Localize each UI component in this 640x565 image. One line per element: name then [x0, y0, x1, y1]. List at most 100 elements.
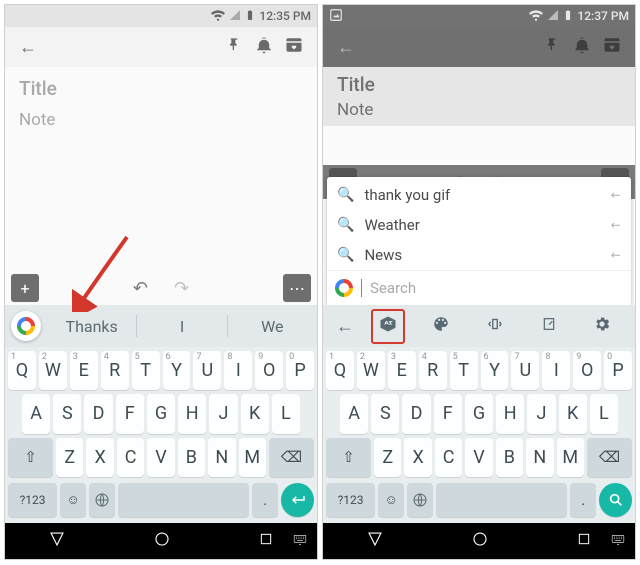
key-o[interactable]: O9: [255, 351, 283, 390]
shift-key[interactable]: ⇧: [326, 438, 371, 477]
emoji-key[interactable]: ☺: [378, 483, 404, 517]
key-r[interactable]: R4: [419, 351, 447, 390]
suggestion-word[interactable]: We: [228, 317, 317, 336]
key-w[interactable]: W2: [39, 351, 67, 390]
search-key[interactable]: [599, 483, 632, 517]
nav-recent-icon[interactable]: [576, 531, 592, 551]
suggestion-row[interactable]: 🔍 Weather ↙: [327, 210, 631, 240]
reminder-icon[interactable]: [249, 36, 279, 59]
key-p[interactable]: P0: [604, 351, 632, 390]
globe-key[interactable]: [89, 483, 115, 517]
clipboard-icon[interactable]: [524, 316, 574, 337]
search-input[interactable]: [370, 279, 623, 297]
key-b[interactable]: B: [496, 438, 523, 477]
enter-key[interactable]: [281, 483, 314, 517]
translate-icon[interactable]: [363, 309, 413, 344]
more-button[interactable]: ⋯: [283, 274, 311, 302]
key-v[interactable]: V: [465, 438, 492, 477]
key-o[interactable]: O9: [573, 351, 601, 390]
period-key[interactable]: .: [252, 483, 278, 517]
nav-back-icon[interactable]: [48, 530, 66, 552]
key-e[interactable]: E3: [70, 351, 98, 390]
key-z[interactable]: Z: [56, 438, 83, 477]
key-f[interactable]: F: [434, 394, 462, 433]
key-m[interactable]: M: [557, 438, 584, 477]
redo-icon[interactable]: ↷: [174, 278, 189, 299]
key-r[interactable]: R4: [101, 351, 129, 390]
note-field[interactable]: Note: [19, 110, 303, 130]
back-arrow-icon[interactable]: ←: [331, 316, 359, 337]
key-v[interactable]: V: [147, 438, 174, 477]
nav-recent-icon[interactable]: [258, 531, 274, 551]
key-l[interactable]: L: [272, 394, 300, 433]
key-x[interactable]: X: [86, 438, 113, 477]
key-l[interactable]: L: [590, 394, 618, 433]
key-w[interactable]: W2: [357, 351, 385, 390]
key-u[interactable]: U7: [193, 351, 221, 390]
add-button[interactable]: +: [11, 274, 39, 302]
emoji-key[interactable]: ☺: [60, 483, 86, 517]
key-g[interactable]: G: [465, 394, 493, 433]
period-key[interactable]: .: [570, 483, 596, 517]
note-body[interactable]: Title Note: [5, 67, 317, 140]
nav-keyboard-icon[interactable]: [291, 532, 309, 551]
key-h[interactable]: H: [496, 394, 524, 433]
key-s[interactable]: S: [53, 394, 81, 433]
key-j[interactable]: J: [527, 394, 555, 433]
key-e[interactable]: E3: [388, 351, 416, 390]
shift-key[interactable]: ⇧: [8, 438, 53, 477]
nav-back-icon[interactable]: [366, 530, 384, 552]
key-t[interactable]: T5: [132, 351, 160, 390]
suggestion-word[interactable]: I: [137, 317, 226, 336]
key-f[interactable]: F: [116, 394, 144, 433]
key-m[interactable]: M: [239, 438, 266, 477]
pin-icon[interactable]: [219, 37, 249, 58]
key-q[interactable]: Q1: [8, 351, 36, 390]
space-key[interactable]: [118, 483, 249, 517]
key-g[interactable]: G: [147, 394, 175, 433]
key-d[interactable]: D: [84, 394, 112, 433]
key-i[interactable]: I8: [224, 351, 252, 390]
key-c[interactable]: C: [435, 438, 462, 477]
back-icon[interactable]: ←: [13, 37, 43, 58]
title-field[interactable]: Title: [19, 77, 303, 100]
key-y[interactable]: Y6: [481, 351, 509, 390]
onehanded-icon[interactable]: [470, 315, 520, 338]
settings-icon[interactable]: [577, 315, 627, 338]
key-b[interactable]: B: [178, 438, 205, 477]
symbols-key[interactable]: ?123: [8, 483, 57, 517]
key-c[interactable]: C: [117, 438, 144, 477]
insert-icon[interactable]: ↙: [607, 186, 624, 203]
key-x[interactable]: X: [404, 438, 431, 477]
theme-icon[interactable]: [417, 315, 467, 338]
key-y[interactable]: Y6: [163, 351, 191, 390]
key-i[interactable]: I8: [542, 351, 570, 390]
key-k[interactable]: K: [241, 394, 269, 433]
suggestion-row[interactable]: 🔍 thank you gif ↙: [327, 180, 631, 210]
suggestion-word[interactable]: Thanks: [47, 317, 136, 336]
undo-icon[interactable]: ↶: [133, 278, 148, 299]
key-j[interactable]: J: [209, 394, 237, 433]
key-q[interactable]: Q1: [326, 351, 354, 390]
key-a[interactable]: A: [22, 394, 50, 433]
key-u[interactable]: U7: [511, 351, 539, 390]
suggestion-row[interactable]: 🔍 News ↙: [327, 240, 631, 270]
archive-icon[interactable]: [279, 36, 309, 59]
key-n[interactable]: N: [526, 438, 553, 477]
key-z[interactable]: Z: [374, 438, 401, 477]
backspace-key[interactable]: ⌫: [587, 438, 632, 477]
insert-icon[interactable]: ↙: [607, 216, 624, 233]
google-icon[interactable]: [11, 311, 41, 341]
space-key[interactable]: [436, 483, 567, 517]
backspace-key[interactable]: ⌫: [269, 438, 314, 477]
key-d[interactable]: D: [402, 394, 430, 433]
key-k[interactable]: K: [559, 394, 587, 433]
key-a[interactable]: A: [340, 394, 368, 433]
nav-home-icon[interactable]: [153, 530, 171, 552]
key-n[interactable]: N: [208, 438, 235, 477]
symbols-key[interactable]: ?123: [326, 483, 375, 517]
key-s[interactable]: S: [371, 394, 399, 433]
key-p[interactable]: P0: [286, 351, 314, 390]
key-t[interactable]: T5: [450, 351, 478, 390]
insert-icon[interactable]: ↙: [607, 246, 624, 263]
